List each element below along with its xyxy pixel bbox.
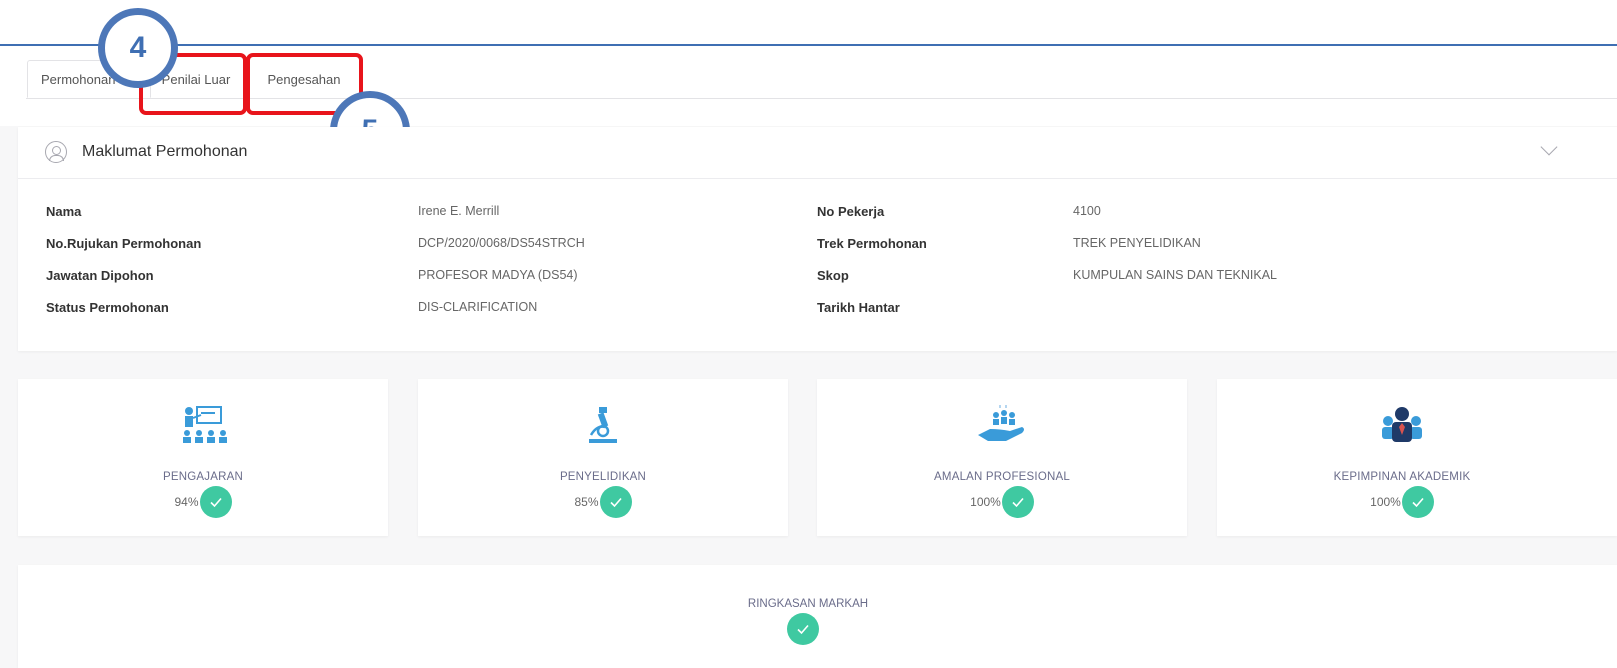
stat-percent: 85% bbox=[574, 495, 599, 509]
stat-card-penyelidikan[interactable]: PENYELIDIKAN 85% bbox=[418, 379, 788, 536]
label-tarikh-hantar: Tarikh Hantar bbox=[817, 300, 900, 315]
stat-score: 85% bbox=[418, 486, 788, 518]
value-no-rujukan: DCP/2020/0068/DS54STRCH bbox=[418, 236, 585, 250]
label-no-pekerja: No Pekerja bbox=[817, 204, 885, 219]
stat-card-kepimpinan-akademik[interactable]: KEPIMPINAN AKADEMIK 100% bbox=[1217, 379, 1617, 536]
chevron-down-icon[interactable] bbox=[1540, 138, 1558, 156]
stat-name: KEPIMPINAN AKADEMIK bbox=[1333, 471, 1471, 483]
stat-name: AMALAN PROFESIONAL bbox=[934, 471, 1070, 483]
stat-card-amalan-profesional[interactable]: AMALAN PROFESIONAL 100% bbox=[817, 379, 1187, 536]
stat-score: 94% bbox=[18, 486, 388, 518]
microscope-icon bbox=[585, 405, 621, 450]
leadership-icon bbox=[1380, 405, 1424, 450]
value-no-pekerja: 4100 bbox=[1073, 204, 1101, 218]
stat-score: 100% bbox=[817, 486, 1187, 518]
teaching-icon bbox=[177, 405, 229, 450]
check-icon bbox=[599, 486, 632, 518]
label-no-rujukan: No.Rujukan Permohonan bbox=[46, 236, 202, 251]
user-icon bbox=[45, 141, 67, 163]
stat-name: PENGAJARAN bbox=[163, 471, 243, 483]
check-icon bbox=[787, 613, 819, 645]
info-card-title: Maklumat Permohonan bbox=[82, 143, 248, 160]
community-hand-icon bbox=[976, 405, 1028, 450]
summary-name: RINGKASAN MARKAH bbox=[747, 598, 869, 610]
summary-card-ringkasan-markah[interactable]: RINGKASAN MARKAH bbox=[18, 565, 1617, 668]
stat-percent: 100% bbox=[970, 495, 1001, 509]
stat-name: PENYELIDIKAN bbox=[559, 471, 647, 483]
value-jawatan: PROFESOR MADYA (DS54) bbox=[418, 268, 578, 282]
check-icon bbox=[199, 486, 232, 518]
stat-card-pengajaran[interactable]: PENGAJARAN 94% bbox=[18, 379, 388, 536]
stat-percent: 94% bbox=[174, 495, 199, 509]
value-trek: TREK PENYELIDIKAN bbox=[1073, 236, 1201, 250]
label-skop: Skop bbox=[817, 268, 849, 283]
check-icon bbox=[1401, 486, 1434, 518]
callout-number: 4 bbox=[103, 13, 173, 83]
value-skop: KUMPULAN SAINS DAN TEKNIKAL bbox=[1073, 268, 1277, 282]
label-jawatan: Jawatan Dipohon bbox=[46, 268, 154, 283]
value-nama: Irene E. Merrill bbox=[418, 204, 500, 218]
label-trek: Trek Permohonan bbox=[817, 236, 927, 251]
value-status: DIS-CLARIFICATION bbox=[418, 300, 538, 314]
label-status: Status Permohonan bbox=[46, 300, 169, 315]
top-header-bar bbox=[0, 0, 1617, 46]
callout-marker-4: 4 bbox=[98, 8, 178, 88]
stat-percent: 100% bbox=[1370, 495, 1401, 509]
info-card-header[interactable]: Maklumat Permohonan bbox=[18, 127, 1617, 179]
label-nama: Nama bbox=[46, 204, 82, 219]
check-icon bbox=[1001, 486, 1034, 518]
application-info-card: Maklumat Permohonan Nama Irene E. Merril… bbox=[18, 127, 1617, 351]
stat-score: 100% bbox=[1217, 486, 1587, 518]
